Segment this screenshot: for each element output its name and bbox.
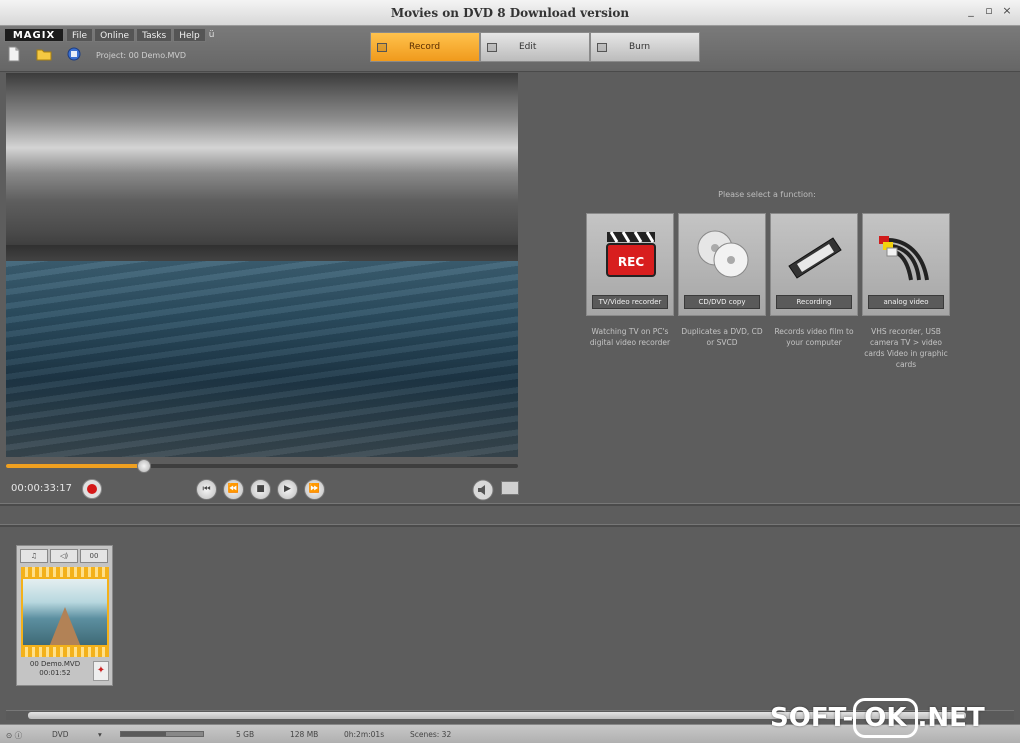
- restore-button[interactable]: ▫: [982, 4, 996, 18]
- panel-divider[interactable]: [0, 503, 1020, 506]
- rewind-button[interactable]: ⏪: [223, 479, 244, 500]
- menu-tasks[interactable]: Tasks: [136, 28, 173, 42]
- function-label: Recording: [776, 295, 852, 309]
- disc-size: 5 GB: [236, 730, 255, 739]
- edit-tab-icon: [487, 42, 497, 52]
- function-label: analog video: [868, 295, 944, 309]
- fullscreen-icon[interactable]: [501, 481, 519, 495]
- skip-back-button[interactable]: ⏮: [196, 479, 217, 500]
- burn-tab-icon: [597, 42, 607, 52]
- record-tab-icon: [377, 42, 387, 52]
- open-folder-icon[interactable]: [36, 46, 52, 62]
- file-tools: [6, 46, 82, 62]
- function-label: TV/Video recorder: [592, 295, 668, 309]
- function-analog-video[interactable]: analog video: [862, 213, 950, 316]
- settings-icon[interactable]: ⊙ ⓘ: [6, 730, 22, 741]
- scene-count: Scenes: 32: [410, 730, 452, 739]
- mode-tabs: Record Edit Burn: [370, 32, 700, 62]
- clip-volume-button[interactable]: ◁): [50, 549, 78, 563]
- function-description: Records video film to your computer: [774, 327, 854, 347]
- record-button[interactable]: [82, 479, 102, 499]
- menu-bar: File Online Tasks Help ü: [66, 28, 214, 42]
- project-name: Project: 00 Demo.MVD: [96, 51, 187, 60]
- clip-thumbnail: [23, 579, 107, 645]
- function-prompt: Please select a function:: [718, 190, 816, 199]
- svg-text:REC: REC: [618, 255, 644, 269]
- tab-edit-label: Edit: [519, 42, 537, 52]
- function-tv-video-recorder[interactable]: REC TV/Video recorder: [586, 213, 674, 316]
- clip-title: 00 Demo.MVD: [29, 660, 81, 668]
- tab-record[interactable]: Record: [370, 32, 480, 62]
- function-description: Watching TV on PC's digital video record…: [589, 327, 671, 347]
- function-description: Duplicates a DVD, CD or SVCD: [681, 327, 763, 347]
- tab-record-label: Record: [409, 42, 441, 52]
- window-title: Movies on DVD 8 Download version: [390, 6, 630, 20]
- position-slider-knob[interactable]: [137, 459, 152, 473]
- menu-extra[interactable]: ü: [207, 28, 215, 42]
- window-controls: _ ▫ ×: [964, 4, 1014, 18]
- discs-icon: [697, 230, 749, 278]
- pier-image: [49, 607, 81, 645]
- format-dropdown-icon[interactable]: ▾: [98, 730, 102, 739]
- new-file-icon[interactable]: [6, 46, 22, 62]
- disc-usage-fill: [121, 732, 167, 736]
- position-slider[interactable]: [6, 459, 518, 473]
- preview-sea: [6, 261, 518, 457]
- tab-edit[interactable]: Edit: [480, 32, 590, 62]
- soft-ok-watermark: SOFT- OK .NET: [770, 698, 985, 738]
- preview-sky: [6, 73, 518, 251]
- rca-cables-icon: [879, 236, 929, 281]
- volume-icon[interactable]: [472, 479, 494, 501]
- disc-format[interactable]: DVD: [52, 730, 69, 739]
- position-slider-fill: [6, 464, 145, 468]
- transport-controls: ⏮ ⏪ ■ ▶ ⏩: [196, 479, 325, 500]
- video-preview[interactable]: [6, 73, 518, 457]
- minimize-button[interactable]: _: [964, 4, 978, 18]
- timecode-display: 00:00:33:17: [11, 483, 73, 494]
- storyboard-clip[interactable]: ♫ ◁) 00 00 Demo.MVD 00:01:52 ✦: [16, 545, 113, 686]
- watermark-left: SOFT-: [770, 703, 854, 733]
- fast-forward-button[interactable]: ⏩: [304, 479, 325, 500]
- menu-online[interactable]: Online: [94, 28, 136, 42]
- function-description: VHS recorder, USB camera TV > video card…: [864, 327, 948, 369]
- storyboard-header: [0, 524, 1020, 527]
- watermark-right: .NET: [917, 703, 985, 733]
- function-recording[interactable]: Recording: [770, 213, 858, 316]
- clip-buttons: ♫ ◁) 00: [20, 549, 108, 563]
- total-duration: 0h:2m:01s: [344, 730, 385, 739]
- menu-help[interactable]: Help: [173, 28, 206, 42]
- function-label: CD/DVD copy: [684, 295, 760, 309]
- clip-duration: 00:01:52: [39, 669, 71, 677]
- stop-button[interactable]: ■: [250, 479, 271, 500]
- clip-options-button[interactable]: 00: [80, 549, 108, 563]
- tab-burn-label: Burn: [629, 42, 651, 52]
- disc-usage-bar: [120, 731, 204, 737]
- magix-logo: MAGIX: [4, 28, 64, 42]
- close-button[interactable]: ×: [1000, 4, 1014, 18]
- play-button[interactable]: ▶: [277, 479, 298, 500]
- film-strip-icon: [788, 237, 842, 279]
- menu-file[interactable]: File: [66, 28, 94, 42]
- rec-clapper-icon: REC: [606, 231, 656, 277]
- clip-effect-icon[interactable]: ✦: [93, 661, 109, 681]
- clip-film-frame: [21, 567, 109, 657]
- clip-caption: 00 Demo.MVD 00:01:52: [19, 660, 91, 678]
- tab-burn[interactable]: Burn: [590, 32, 700, 62]
- clip-audio-button[interactable]: ♫: [20, 549, 48, 563]
- watermark-ok: OK: [853, 698, 918, 738]
- used-size: 128 MB: [290, 730, 319, 739]
- title-bar: Movies on DVD 8 Download version _ ▫ ×: [0, 0, 1020, 26]
- function-cd-dvd-copy[interactable]: CD/DVD copy: [678, 213, 766, 316]
- save-icon[interactable]: [66, 46, 82, 62]
